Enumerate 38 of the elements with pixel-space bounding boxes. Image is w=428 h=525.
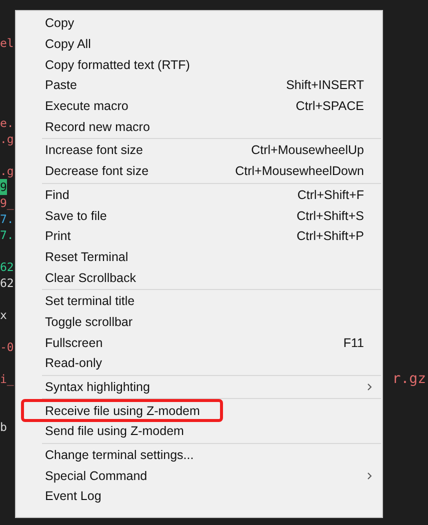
menu-item[interactable]: Reset Terminal [16, 246, 382, 268]
menu-item[interactable]: Receive file using Z-modem [22, 400, 222, 422]
terminal-text: -0 [0, 339, 14, 355]
terminal-text: .g [0, 163, 14, 179]
terminal-text: 9_ [0, 195, 14, 211]
menu-item[interactable]: Execute macro Ctrl+SPACE [16, 96, 382, 116]
menu-item[interactable]: Find Ctrl+Shift+F [16, 184, 382, 206]
menu-item[interactable]: Set terminal title [16, 290, 382, 312]
terminal-text: 7. [0, 227, 14, 243]
terminal-text: el [0, 35, 14, 51]
terminal-text: i_ [0, 371, 14, 387]
menu-item[interactable]: Event Log [16, 486, 382, 507]
menu-item[interactable]: Copy [16, 13, 382, 34]
menu-item[interactable]: Change terminal settings... [16, 444, 382, 466]
menu-item[interactable]: Copy formatted text (RTF) [16, 54, 382, 76]
terminal-text: e. [0, 115, 14, 131]
menu-item[interactable]: Decrease font size Ctrl+MousewheelDown [16, 160, 382, 182]
menu-item[interactable]: Save to file Ctrl+Shift+S [16, 205, 382, 226]
menu-item[interactable]: Paste Shift+INSERT [16, 75, 382, 96]
menu-item[interactable]: Special Command [16, 465, 382, 486]
terminal-text: 62 [0, 259, 14, 275]
menu-item[interactable]: Send file using Z-modem [16, 421, 382, 442]
menu-item[interactable]: Increase font size Ctrl+MousewheelUp [16, 140, 382, 161]
menu-item[interactable]: Clear Scrollback [16, 267, 382, 288]
menu-item[interactable]: Fullscreen F11 [16, 332, 382, 353]
menu-item[interactable]: Record new macro [16, 116, 382, 138]
menu-item[interactable]: Copy All [16, 34, 382, 54]
terminal-text: x [0, 307, 7, 323]
terminal-text: r.gz [392, 371, 426, 387]
menu-item[interactable]: Toggle scrollbar [16, 312, 382, 332]
terminal-text: 9 [0, 179, 7, 195]
terminal-text: 7. [0, 211, 14, 227]
terminal-text: b [0, 419, 7, 435]
terminal-text: 62 [0, 275, 14, 291]
menu-item[interactable]: Print Ctrl+Shift+P [16, 226, 382, 247]
menu-item[interactable]: Read-only [16, 353, 382, 374]
terminal-text: .g [0, 131, 14, 147]
menu-item[interactable]: Syntax highlighting [16, 376, 382, 398]
